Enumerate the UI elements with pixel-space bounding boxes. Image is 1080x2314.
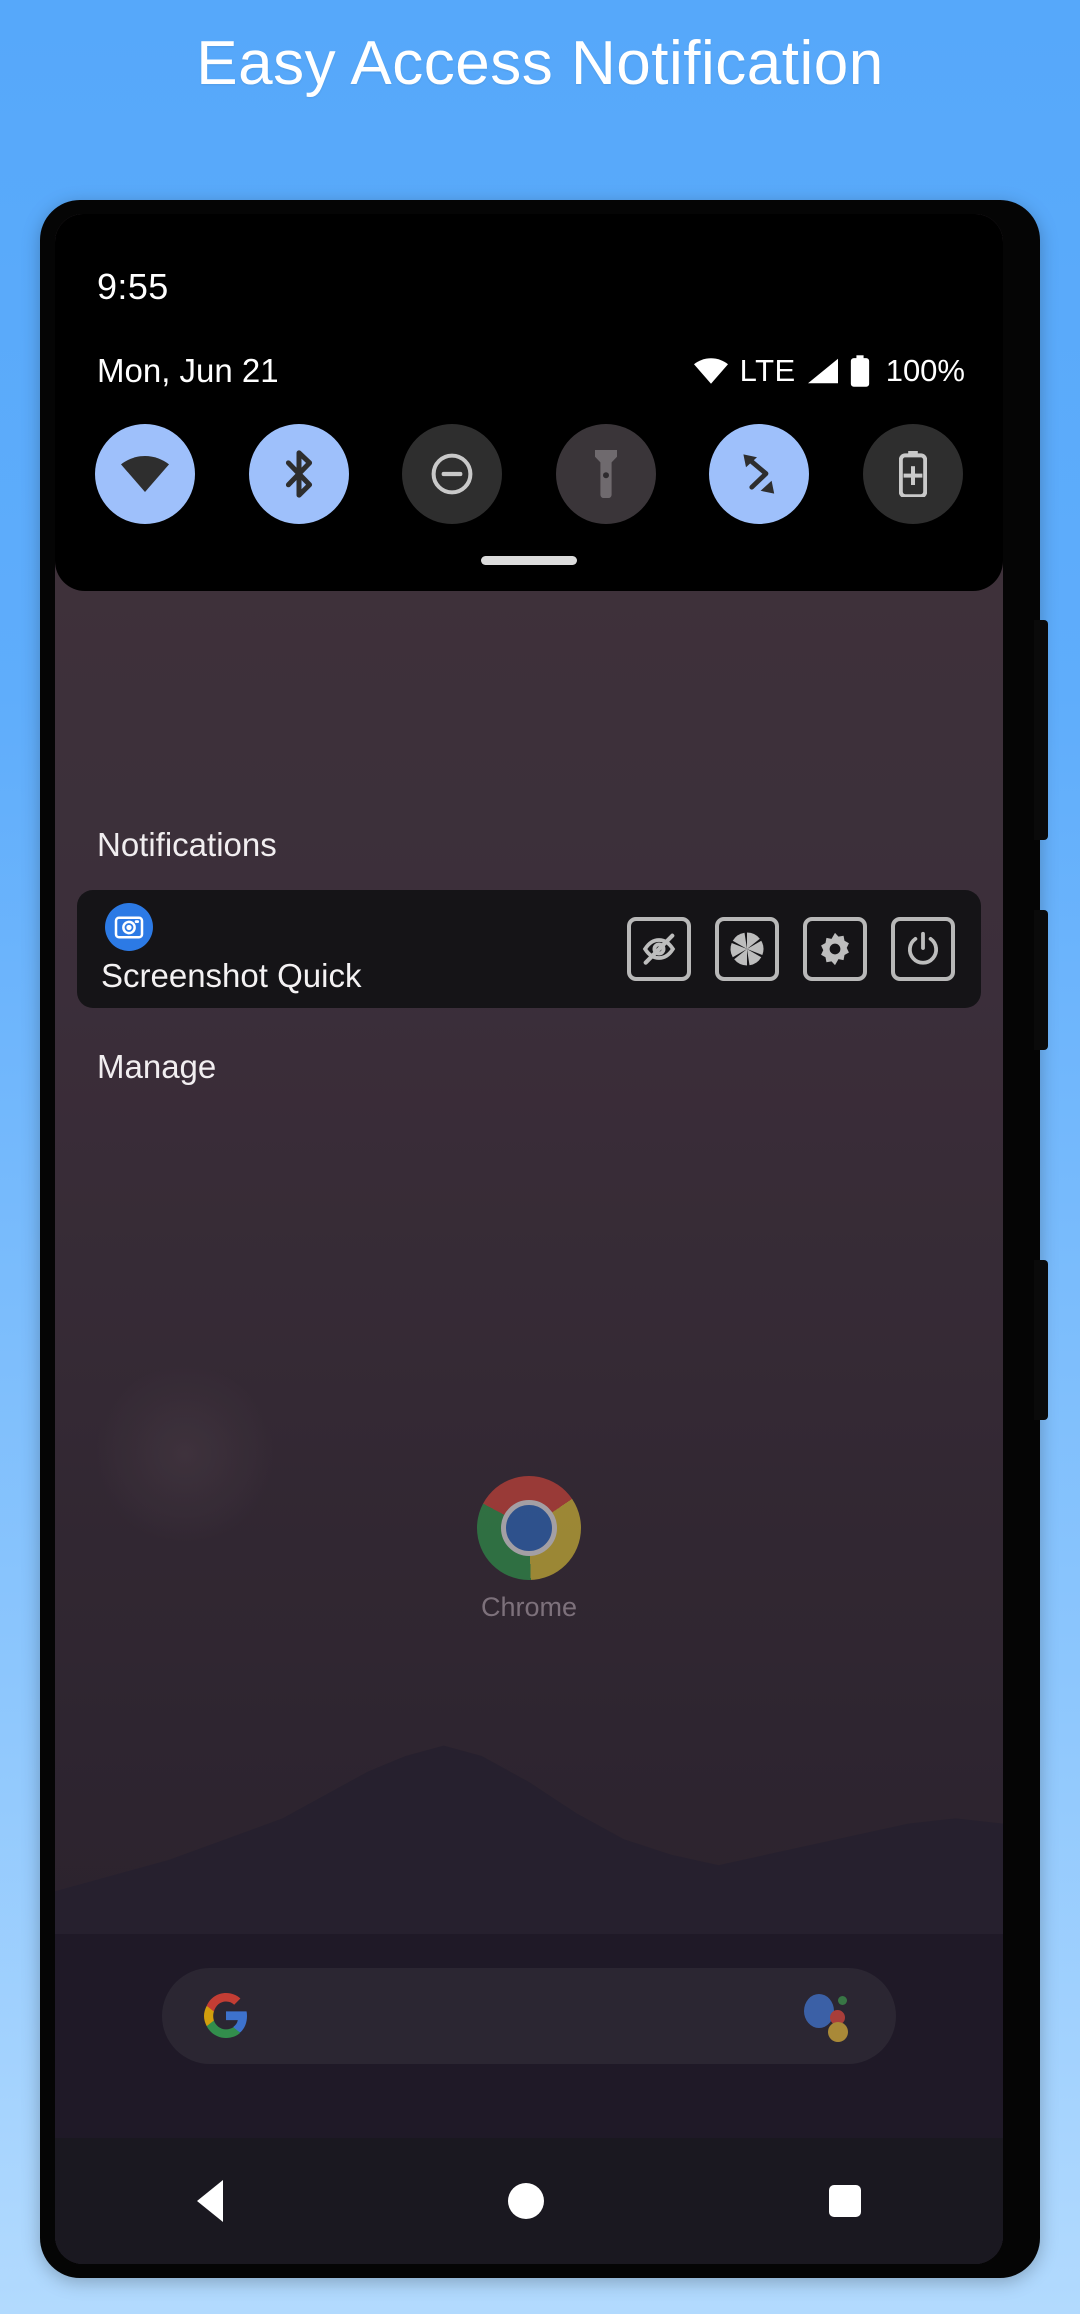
network-type-label: LTE	[739, 353, 796, 388]
navigation-bar	[55, 2138, 1003, 2264]
shade-drag-handle[interactable]	[481, 556, 577, 565]
qs-tile-wifi[interactable]	[95, 424, 195, 524]
battery-percent-label: 100%	[885, 353, 965, 388]
volume-down-side-button[interactable]	[1034, 1260, 1048, 1420]
notifications-section: Notifications Screenshot Quick Manage	[55, 826, 1003, 1086]
gear-icon[interactable]	[803, 917, 867, 981]
qs-tile-battery-saver[interactable]	[862, 424, 963, 524]
status-clock: 9:55	[97, 266, 169, 307]
notification-actions	[627, 917, 955, 981]
wifi-icon	[693, 358, 728, 384]
qs-tile-auto-rotate[interactable]	[709, 424, 810, 524]
recents-square-icon[interactable]	[828, 2185, 861, 2217]
manage-button[interactable]: Manage	[97, 1048, 1003, 1086]
qs-tile-bluetooth[interactable]	[248, 424, 349, 524]
status-date: Mon, Jun 21	[97, 352, 279, 389]
app-icon-chrome[interactable]: Chrome	[419, 1476, 639, 1623]
google-search-bar[interactable]	[162, 1968, 896, 2064]
eye-off-icon[interactable]	[627, 917, 691, 981]
status-icons: LTE 100%	[693, 353, 965, 389]
quick-settings-tiles	[95, 424, 963, 524]
page-title: Easy Access Notification	[196, 29, 884, 98]
notification-content: Screenshot Quick	[101, 903, 361, 995]
power-side-button[interactable]	[1034, 620, 1048, 840]
chrome-icon	[477, 1476, 581, 1580]
notification-title: Screenshot Quick	[101, 957, 362, 994]
camera-icon	[105, 903, 153, 951]
notifications-section-label: Notifications	[97, 826, 277, 863]
battery-icon	[850, 355, 870, 387]
aperture-icon[interactable]	[715, 917, 779, 981]
phone-frame: Chrome 9:55 Mon, Jun 21 LTE 100% Notific…	[40, 200, 1048, 2278]
assistant-icon[interactable]	[804, 1992, 856, 2042]
volume-up-side-button[interactable]	[1034, 910, 1048, 1050]
home-circle-icon[interactable]	[507, 2183, 544, 2219]
power-icon[interactable]	[891, 917, 955, 981]
back-triangle-icon[interactable]	[197, 2180, 224, 2222]
google-g-icon	[202, 1992, 250, 2040]
qs-tile-flashlight[interactable]	[555, 424, 656, 524]
signal-icon	[807, 358, 838, 384]
notification-item[interactable]: Screenshot Quick	[77, 890, 981, 1008]
quick-settings-shade: 9:55 Mon, Jun 21 LTE 100%	[55, 214, 1003, 591]
phone-screen: Chrome 9:55 Mon, Jun 21 LTE 100% Notific…	[55, 214, 1003, 2264]
status-row: Mon, Jun 21 LTE 100%	[97, 352, 965, 390]
app-label-chrome: Chrome	[480, 1592, 578, 1622]
qs-tile-do-not-disturb[interactable]	[402, 424, 503, 524]
